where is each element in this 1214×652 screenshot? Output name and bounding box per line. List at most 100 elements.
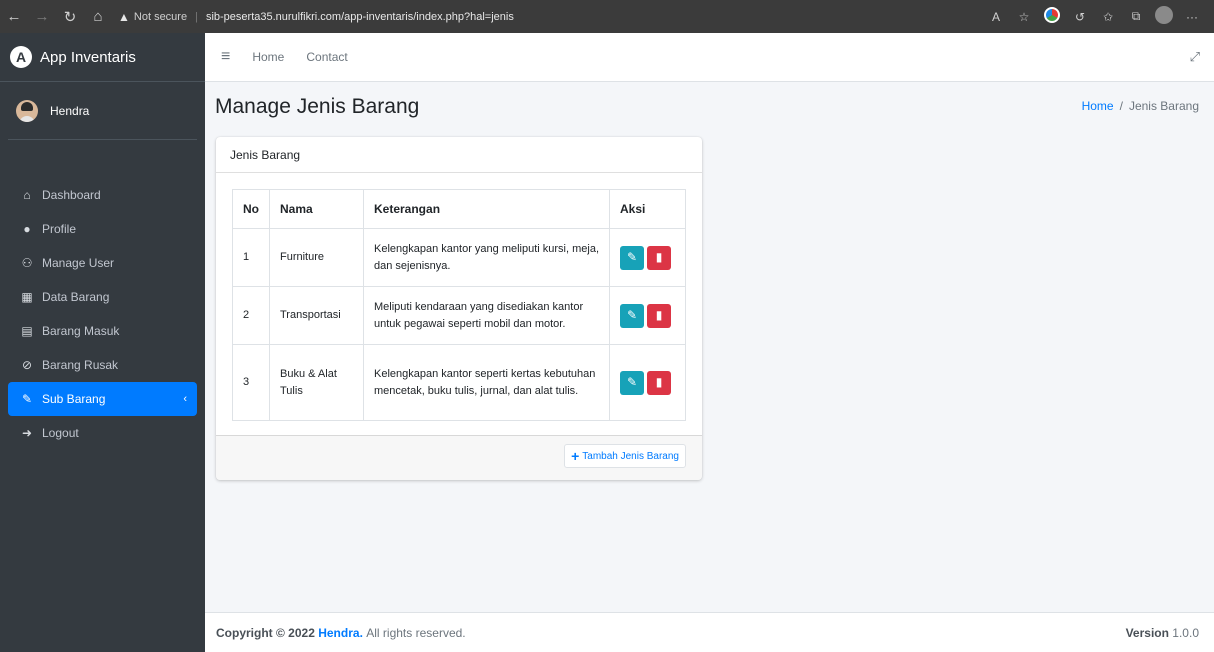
security-label: Not secure [133,10,188,23]
card-body: No Nama Keterangan Aksi 1 Furniture Kele… [216,173,702,435]
brand-text: App Inventaris [40,48,136,66]
copyright-text: Copyright © 2022 [216,625,315,640]
version-label: Version [1125,625,1169,640]
warning-icon: ▲ [118,9,130,24]
card-footer: + Tambah Jenis Barang [216,435,702,480]
delete-button[interactable]: ▮ [647,245,671,270]
pencil-icon: ✎ [626,250,638,264]
delete-button[interactable]: ▮ [647,303,671,328]
sidebar-item-data-barang[interactable]: ▦ Data Barang [8,280,197,314]
edit-button[interactable]: ✎ [620,370,644,395]
logout-icon: ➜ [21,426,33,440]
sidebar-item-label: Profile [42,222,77,236]
hamburger-menu-icon[interactable]: ≡ [221,48,230,66]
edit-icon: ✎ [21,392,33,406]
user-name[interactable]: Hendra [50,104,89,118]
add-button-label: Tambah Jenis Barang [582,450,679,462]
trash-icon: ▮ [655,308,663,322]
address-bar[interactable]: ▲ Not secure | sib-peserta35.nurulfikri.… [118,5,982,29]
sidebar-item-label: Barang Masuk [42,324,120,338]
read-aloud-icon[interactable]: A [982,10,1010,24]
pencil-icon: ✎ [626,375,638,389]
sidebar-item-label: Data Barang [42,290,110,304]
home-icon: ⌂ [23,188,31,202]
cell-aksi: ✎ ▮ [609,286,686,345]
profile-icon[interactable] [1150,6,1178,27]
breadcrumb-current: Jenis Barang [1128,99,1199,113]
broken-truck-icon: ⊘ [21,358,33,372]
browser-toolbar: ← → ↻ ⌂ ▲ Not secure | sib-peserta35.nur… [0,0,1214,33]
forward-icon[interactable]: → [28,8,56,25]
chevron-left-icon: ‹ [183,393,187,405]
page-title: Manage Jenis Barang [215,95,420,118]
cell-no: 1 [232,228,270,287]
column-header-aksi: Aksi [609,189,686,229]
cell-aksi: ✎ ▮ [609,344,686,421]
cell-nama: Transportasi [269,286,364,345]
table-row: 1 Furniture Kelengkapan kantor yang meli… [232,228,686,287]
sidebar-item-profile[interactable]: ● Profile [8,212,197,246]
column-header-no: No [232,189,270,229]
home-browser-icon[interactable]: ⌂ [84,8,112,25]
brand-link[interactable]: A App Inventaris [0,33,205,82]
sidebar-item-label: Sub Barang [42,392,106,406]
top-navbar: ≡ Home Contact ⤢ [205,33,1214,82]
sidebar: A App Inventaris Hendra ⌂ Dashboard ● Pr… [0,33,205,652]
collections-icon[interactable]: ⧉ [1122,9,1150,24]
edit-button[interactable]: ✎ [620,245,644,270]
rights-text: All rights reserved. [366,625,466,640]
reload-icon[interactable]: ↻ [56,8,84,26]
breadcrumb-separator: / [1119,99,1123,113]
avatar [16,99,38,122]
add-jenis-barang-button[interactable]: + Tambah Jenis Barang [564,444,686,468]
back-icon[interactable]: ← [0,8,28,25]
table-header-row: No Nama Keterangan Aksi [232,189,686,229]
card-title: Jenis Barang [216,137,702,173]
delete-button[interactable]: ▮ [647,370,671,395]
fullscreen-icon[interactable]: ⤢ [1190,49,1200,65]
favorite-star-icon[interactable]: ☆ [1010,10,1038,24]
user-icon: ● [23,222,31,236]
version-info: Version 1.0.0 [1126,626,1199,640]
sidebar-item-barang-rusak[interactable]: ⊘ Barang Rusak [8,348,197,382]
sidebar-menu: ⌂ Dashboard ● Profile ⚇ Manage User ▦ Da… [0,178,205,450]
sidebar-item-barang-masuk[interactable]: ▤ Barang Masuk [8,314,197,348]
sidebar-item-label: Manage User [42,256,115,270]
address-separator: | [195,10,198,23]
version-number: 1.0.0 [1172,625,1199,640]
sidebar-item-label: Dashboard [42,188,101,202]
breadcrumb-home-link[interactable]: Home [1082,99,1114,113]
nav-link-home[interactable]: Home [252,50,284,64]
cell-keterangan: Meliputi kendaraan yang disediakan kanto… [363,286,610,345]
cell-aksi: ✎ ▮ [609,228,686,287]
sidebar-item-manage-user[interactable]: ⚇ Manage User [8,246,197,280]
trash-icon: ▮ [655,250,663,264]
cell-keterangan: Kelengkapan kantor yang meliputi kursi, … [363,228,610,287]
edit-button[interactable]: ✎ [620,303,644,328]
breadcrumb: Home / Jenis Barang [1082,99,1199,113]
jenis-barang-card: Jenis Barang No Nama Keterangan Aksi 1 F… [216,137,702,480]
boxes-icon: ▦ [21,290,33,304]
user-panel[interactable]: Hendra [8,82,197,140]
table-row: 3 Buku & Alat Tulis Kelengkapan kantor s… [232,344,686,421]
brand-logo-icon: A [10,46,32,68]
more-icon[interactable]: ··· [1178,10,1206,24]
column-header-nama: Nama [269,189,364,229]
plus-icon: + [571,448,580,464]
dolly-icon: ▤ [21,324,33,338]
cell-nama: Furniture [269,228,364,287]
sidebar-item-label: Barang Rusak [42,358,119,372]
author-link[interactable]: Hendra. [318,626,363,640]
refresh-extension-icon[interactable]: ↺ [1066,10,1094,24]
url-text[interactable]: sib-peserta35.nurulfikri.com/app-inventa… [206,11,514,23]
nav-link-contact[interactable]: Contact [306,50,347,64]
cell-keterangan: Kelengkapan kantor seperti kertas kebutu… [363,344,610,421]
sidebar-item-logout[interactable]: ➜ Logout [8,416,197,450]
sidebar-item-sub-barang[interactable]: ✎ Sub Barang ‹ [8,382,197,416]
sidebar-item-label: Logout [42,426,79,440]
sidebar-item-dashboard[interactable]: ⌂ Dashboard [8,178,197,212]
trash-icon: ▮ [655,375,663,389]
cell-no: 2 [232,286,270,345]
favorites-icon[interactable]: ✩ [1094,10,1122,24]
extension-icon[interactable] [1038,7,1066,26]
